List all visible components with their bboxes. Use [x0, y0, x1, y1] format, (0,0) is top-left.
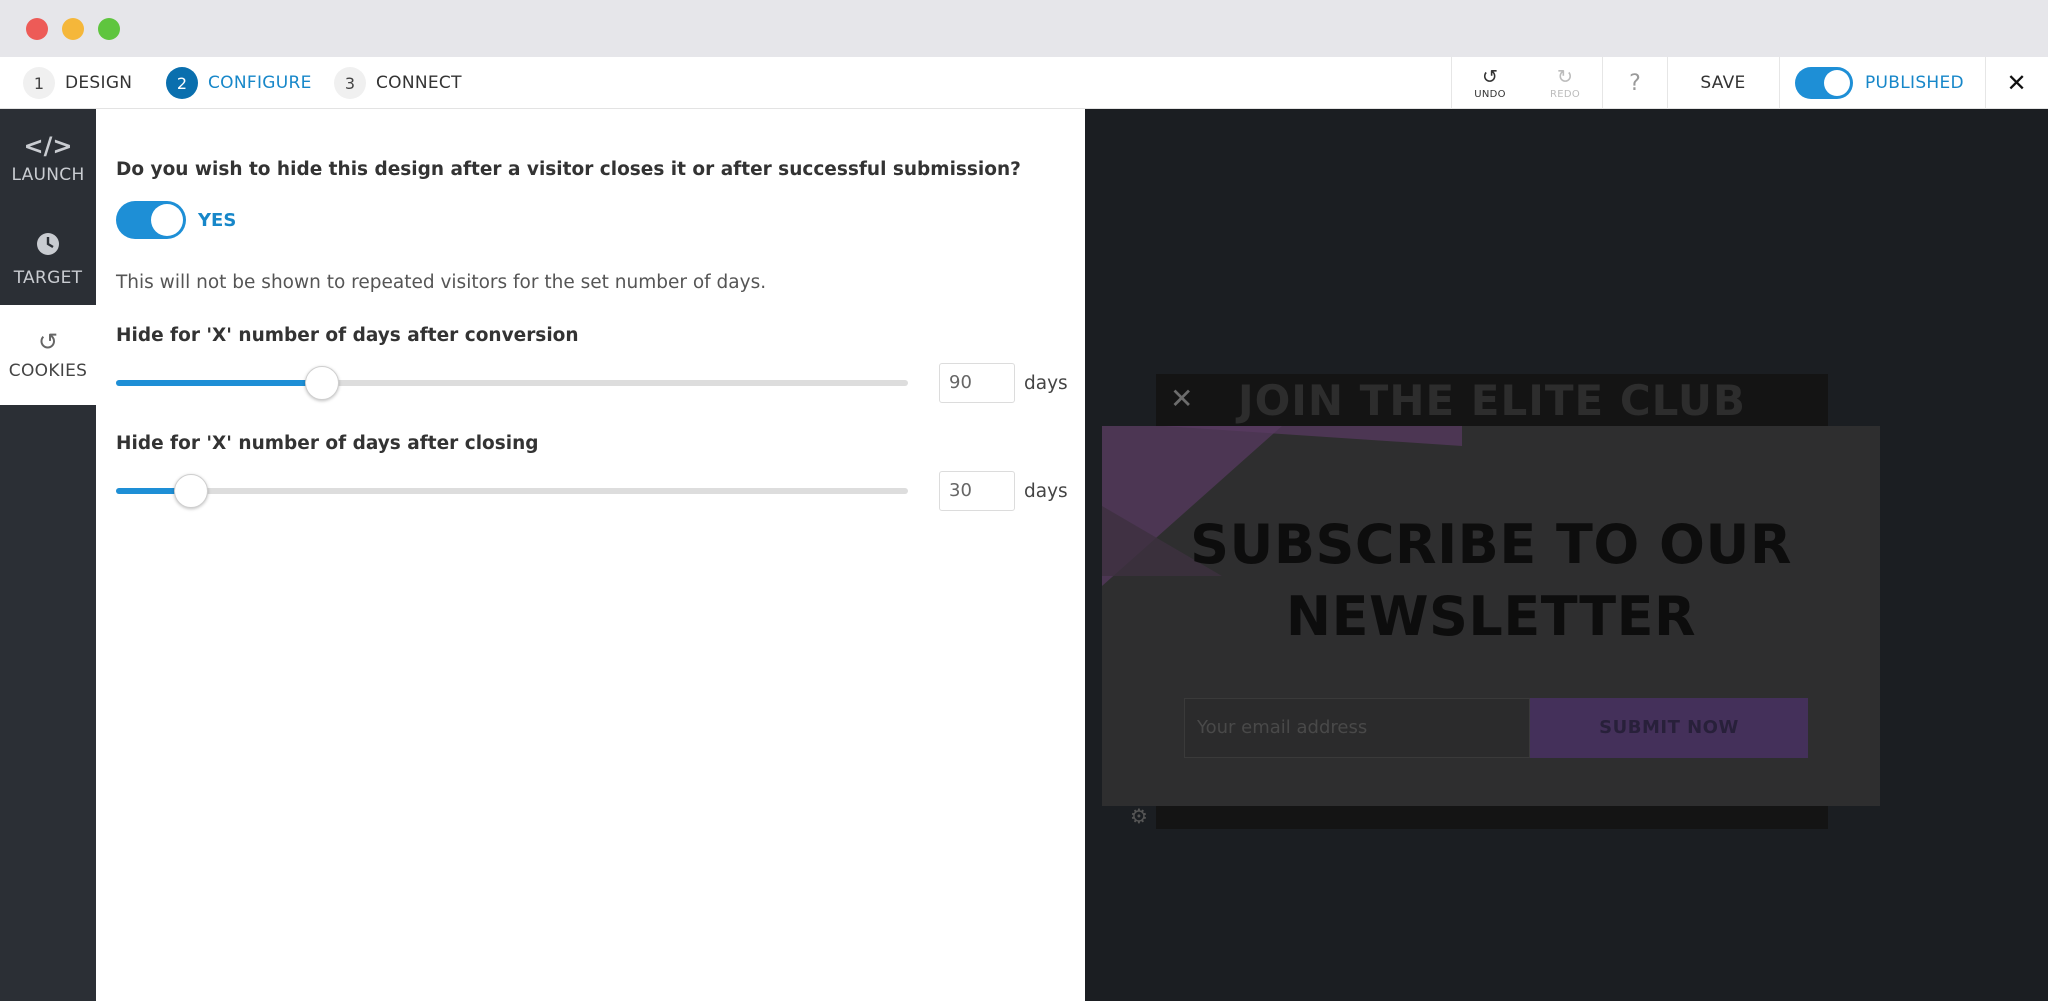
undo-button[interactable]: ↺ UNDO [1452, 57, 1528, 109]
help-button[interactable]: ? [1603, 57, 1667, 109]
step-connect[interactable]: 3 CONNECT [334, 67, 462, 99]
minimize-window-button[interactable] [62, 18, 84, 40]
days-unit-label: days [1024, 481, 1068, 502]
toggle-switch[interactable] [1795, 67, 1853, 99]
toggle-switch[interactable] [116, 201, 186, 239]
window-titlebar [0, 0, 2048, 57]
top-toolbar: 1 DESIGN 2 CONFIGURE 3 CONNECT ↺ UNDO ↻ … [0, 57, 2048, 109]
closing-days-input[interactable]: 30 [939, 471, 1015, 511]
conversion-days-input[interactable]: 90 [939, 363, 1015, 403]
sidebar: </> LAUNCH TARGET ↺ COOKIES [0, 109, 96, 1001]
undo-label: UNDO [1474, 88, 1506, 100]
close-icon[interactable]: ✕ [1170, 382, 1193, 415]
slider-thumb[interactable] [174, 474, 209, 508]
closing-label: Hide for 'X' number of days after closin… [116, 433, 539, 454]
toggle-label: YES [198, 209, 237, 231]
toolbar-divider [1779, 57, 1780, 109]
gear-icon[interactable]: ⚙ [1130, 804, 1148, 828]
toggle-knob [151, 204, 183, 236]
step-label: CONNECT [376, 73, 462, 93]
redo-label: REDO [1549, 88, 1581, 100]
step-number: 3 [334, 67, 366, 99]
conversion-slider[interactable] [116, 366, 908, 400]
published-label: PUBLISHED [1865, 73, 1964, 93]
step-label: DESIGN [65, 73, 133, 93]
slider-fill [116, 380, 322, 386]
sidebar-item-cookies[interactable]: ↺ COOKIES [0, 305, 96, 405]
closing-slider[interactable] [116, 474, 908, 508]
step-configure[interactable]: 2 CONFIGURE [166, 67, 312, 99]
popup-title: JOIN THE ELITE CLUB [1237, 376, 1747, 425]
sidebar-item-launch[interactable]: </> LAUNCH [0, 109, 96, 209]
heading-line: NEWSLETTER [1285, 585, 1697, 648]
sidebar-item-target[interactable]: TARGET [0, 209, 96, 309]
newsletter-popup: SUBSCRIBE TO OUR NEWSLETTER Your email a… [1102, 426, 1880, 806]
close-window-button[interactable] [26, 18, 48, 40]
maximize-window-button[interactable] [98, 18, 120, 40]
published-toggle[interactable]: PUBLISHED [1795, 66, 1964, 100]
newsletter-heading: SUBSCRIBE TO OUR NEWSLETTER [1102, 509, 1880, 653]
hide-toggle[interactable]: YES [116, 201, 236, 239]
design-preview: JOIN THE ELITE CLUB ✕ ⚙ SUBSCRIBE TO OUR… [1085, 109, 2048, 1001]
toggle-knob [1824, 70, 1850, 96]
config-panel: Do you wish to hide this design after a … [96, 109, 1085, 1001]
clock-icon [35, 231, 61, 262]
hide-question: Do you wish to hide this design after a … [116, 159, 1021, 180]
step-number: 1 [23, 67, 55, 99]
step-label: CONFIGURE [208, 73, 312, 93]
step-number: 2 [166, 67, 198, 99]
email-field[interactable]: Your email address [1184, 698, 1530, 758]
sidebar-item-label: TARGET [13, 267, 83, 288]
step-design[interactable]: 1 DESIGN [23, 67, 132, 99]
decorative-shape [1162, 426, 1462, 446]
sidebar-item-label: COOKIES [8, 361, 88, 381]
heading-line: SUBSCRIBE TO OUR [1190, 513, 1792, 576]
history-icon: ↺ [37, 328, 59, 356]
days-unit-label: days [1024, 373, 1068, 394]
save-button[interactable]: SAVE [1667, 57, 1779, 109]
redo-icon: ↻ [1557, 65, 1573, 88]
code-icon: </> [23, 132, 73, 160]
sidebar-item-label: LAUNCH [11, 165, 85, 185]
help-note: This will not be shown to repeated visit… [116, 272, 767, 293]
conversion-label: Hide for 'X' number of days after conver… [116, 325, 579, 346]
slider-thumb[interactable] [304, 366, 339, 400]
submit-button[interactable]: SUBMIT NOW [1530, 698, 1808, 758]
redo-button[interactable]: ↻ REDO [1527, 57, 1603, 109]
undo-icon: ↺ [1482, 65, 1498, 88]
close-icon[interactable]: ✕ [1985, 57, 2048, 109]
